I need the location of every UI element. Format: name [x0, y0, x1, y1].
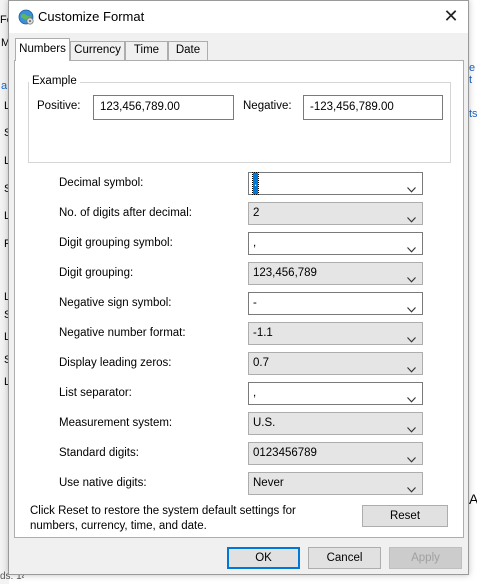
use-native-digits-label: Use native digits:	[59, 477, 147, 489]
use-native-digits-value: Never	[253, 477, 284, 489]
customize-format-dialog: Customize Format ✕ Numbers Currency Time…	[8, 0, 469, 575]
standard-digits-value: 0123456789	[253, 447, 317, 459]
chevron-down-icon	[407, 330, 416, 343]
chevron-down-icon	[407, 300, 416, 313]
list-separator-label: List separator:	[59, 387, 132, 399]
digits-after-decimal-value: 2	[253, 207, 260, 219]
negative-number-format-select[interactable]: -1.1	[248, 322, 423, 345]
negative-sign-symbol-combo[interactable]: -	[248, 292, 423, 315]
close-button[interactable]: ✕	[434, 1, 468, 31]
globe-settings-icon	[18, 9, 34, 25]
dialog-title: Customize Format	[38, 9, 145, 24]
chevron-down-icon	[407, 480, 416, 493]
digits-after-decimal-label: No. of digits after decimal:	[59, 207, 192, 219]
tab-currency[interactable]: Currency	[70, 41, 125, 60]
chevron-down-icon	[407, 420, 416, 433]
tab-numbers[interactable]: Numbers	[15, 38, 70, 61]
numbers-tab-page: Example Positive: 123,456,789.00 Negativ…	[14, 60, 464, 538]
measurement-system-label: Measurement system:	[59, 417, 173, 429]
digit-grouping-symbol-label: Digit grouping symbol:	[59, 237, 173, 249]
digit-grouping-symbol-value: ,	[253, 237, 257, 249]
chevron-down-icon	[407, 210, 416, 223]
display-leading-zeros-label: Display leading zeros:	[59, 357, 172, 369]
tab-date[interactable]: Date	[168, 41, 208, 60]
example-group-label: Example	[29, 75, 80, 87]
display-leading-zeros-select[interactable]: 0.7	[248, 352, 423, 375]
close-icon: ✕	[443, 6, 459, 26]
apply-button[interactable]: Apply	[389, 547, 462, 569]
display-leading-zeros-value: 0.7	[253, 357, 269, 369]
list-separator-value: ,	[253, 387, 257, 399]
negative-example-field: -123,456,789.00	[303, 95, 443, 120]
reset-button[interactable]: Reset	[362, 505, 448, 527]
chevron-down-icon	[407, 240, 416, 253]
ok-button[interactable]: OK	[227, 547, 300, 569]
background-link: ts	[469, 108, 477, 120]
standard-digits-select[interactable]: 0123456789	[248, 442, 423, 465]
digit-grouping-label: Digit grouping:	[59, 267, 134, 279]
tab-time[interactable]: Time	[125, 41, 168, 60]
negative-sign-symbol-label: Negative sign symbol:	[59, 297, 172, 309]
chevron-down-icon	[407, 270, 416, 283]
reset-note: Click Reset to restore the system defaul…	[30, 505, 296, 532]
background-text: A	[469, 491, 477, 507]
negative-number-format-label: Negative number format:	[59, 327, 186, 339]
chevron-down-icon	[407, 450, 416, 463]
title-bar: Customize Format ✕	[9, 1, 468, 33]
cancel-button[interactable]: Cancel	[308, 547, 381, 569]
list-separator-combo[interactable]: ,	[248, 382, 423, 405]
negative-number-format-value: -1.1	[253, 327, 273, 339]
digit-grouping-select[interactable]: 123,456,789	[248, 262, 423, 285]
decimal-symbol-combo[interactable]: .	[248, 172, 423, 195]
measurement-system-value: U.S.	[253, 417, 276, 429]
use-native-digits-select[interactable]: Never	[248, 472, 423, 495]
standard-digits-label: Standard digits:	[59, 447, 139, 459]
digits-after-decimal-select[interactable]: 2	[248, 202, 423, 225]
negative-label: Negative:	[243, 100, 292, 112]
decimal-symbol-value: .	[251, 172, 260, 195]
measurement-system-select[interactable]: U.S.	[248, 412, 423, 435]
background-link: a	[1, 80, 8, 92]
chevron-down-icon	[407, 180, 416, 193]
digit-grouping-value: 123,456,789	[253, 267, 317, 279]
positive-example-field: 123,456,789.00	[93, 95, 234, 120]
decimal-symbol-label: Decimal symbol:	[59, 177, 144, 189]
chevron-down-icon	[407, 360, 416, 373]
background-link: e t	[469, 62, 476, 86]
positive-label: Positive:	[37, 100, 81, 112]
digit-grouping-symbol-combo[interactable]: ,	[248, 232, 423, 255]
negative-sign-symbol-value: -	[253, 297, 257, 309]
chevron-down-icon	[407, 390, 416, 403]
